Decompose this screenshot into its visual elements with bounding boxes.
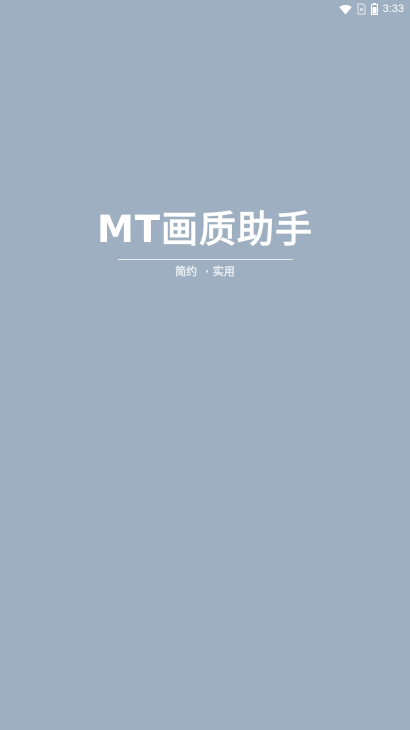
- wifi-icon: [338, 4, 352, 15]
- status-time: 3:33: [382, 3, 404, 15]
- app-title: MT画质助手: [96, 208, 314, 251]
- tagline: 简约 · 实用: [175, 265, 235, 278]
- no-sim-icon: [357, 3, 366, 15]
- status-icons: 3:33: [338, 2, 404, 16]
- status-bar: 3:33: [0, 0, 410, 18]
- title-divider: [117, 259, 293, 260]
- splash-content: MT画质助手 简约 · 实用: [0, 206, 410, 279]
- splash-screen: 3:33 MT画质助手 简约 · 实用: [0, 0, 410, 730]
- battery-icon: [370, 3, 378, 15]
